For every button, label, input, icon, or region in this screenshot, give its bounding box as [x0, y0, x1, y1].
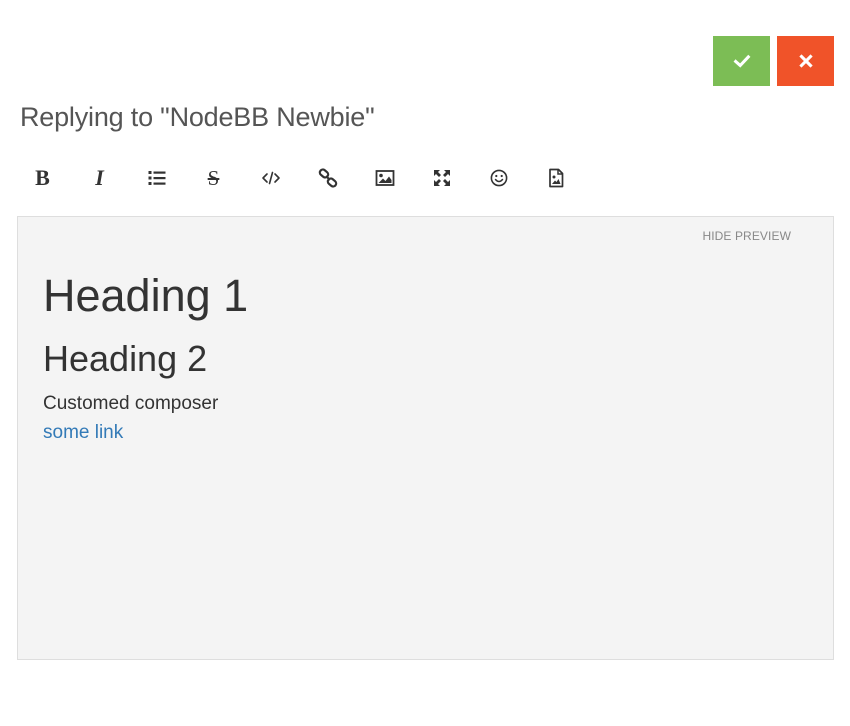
- preview-heading-1: Heading 1: [43, 270, 249, 321]
- close-icon: [798, 54, 813, 68]
- preview-link[interactable]: some link: [43, 418, 123, 447]
- picture-button[interactable]: [356, 156, 413, 200]
- fullscreen-button[interactable]: [413, 156, 470, 200]
- list-button[interactable]: [128, 156, 185, 200]
- submit-button[interactable]: [713, 36, 770, 86]
- link-button[interactable]: [299, 156, 356, 200]
- link-icon: [318, 168, 337, 188]
- preview-content: Heading 1 Heading 2 Customed composer so…: [43, 267, 808, 447]
- italic-icon: I: [95, 165, 104, 190]
- composer-title: Replying to "NodeBB Newbie": [20, 102, 375, 132]
- file-image-icon: [548, 168, 563, 188]
- preview-pane: HIDE PREVIEW Heading 1 Heading 2 Custome…: [17, 216, 834, 660]
- smiley-icon: [490, 169, 507, 187]
- composer-actions: [713, 36, 834, 86]
- code-icon: [261, 171, 280, 185]
- upload-image-button[interactable]: [527, 156, 584, 200]
- italic-button[interactable]: I: [71, 156, 128, 200]
- preview-heading-2: Heading 2: [43, 338, 208, 379]
- bold-icon: B: [35, 165, 50, 190]
- list-icon: [148, 171, 165, 185]
- discard-button[interactable]: [777, 36, 834, 86]
- strikethrough-button[interactable]: S: [185, 156, 242, 200]
- code-button[interactable]: [242, 156, 299, 200]
- bold-button[interactable]: B: [14, 156, 71, 200]
- preview-paragraph: Customed composer: [43, 393, 219, 414]
- picture-icon: [375, 170, 394, 186]
- strikethrough-icon: S: [207, 165, 220, 190]
- hide-preview-button[interactable]: HIDE PREVIEW: [702, 229, 791, 243]
- emoji-button[interactable]: [470, 156, 527, 200]
- formatting-toolbar: B I S: [14, 156, 584, 200]
- expand-icon: [433, 170, 450, 186]
- check-icon: [733, 54, 750, 68]
